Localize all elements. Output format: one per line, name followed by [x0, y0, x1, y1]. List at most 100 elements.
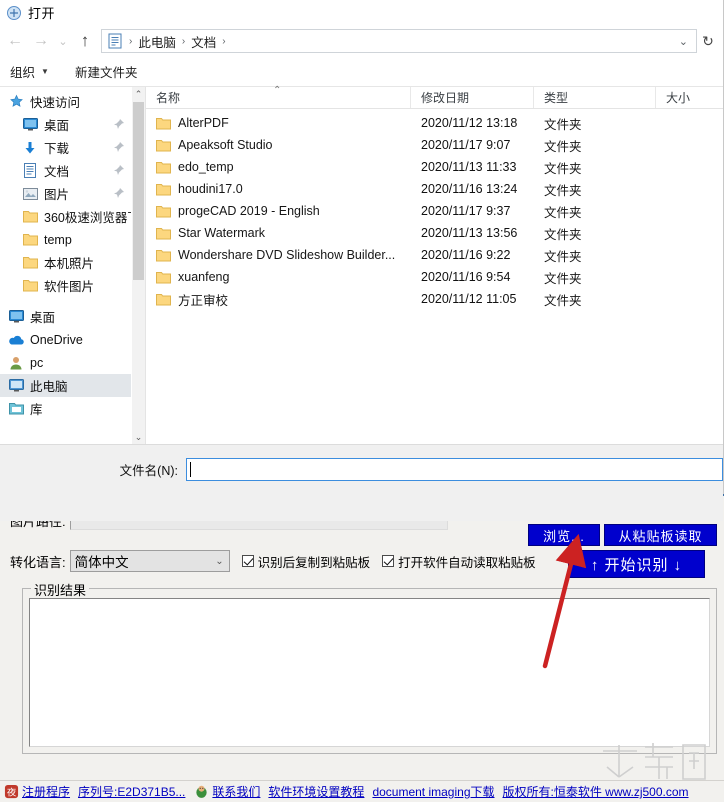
column-header-name[interactable]: 名称 ⌃ — [146, 85, 411, 108]
status-bar: 夜 注册程序 序列号:E2D371B5... 联系我们 软件环境设置教程 doc… — [0, 780, 724, 802]
copyright-link[interactable]: 版权所有:恒泰软件 www.zj500.com — [503, 783, 689, 800]
sidebar-item-local-photos[interactable]: 本机照片 — [0, 251, 131, 274]
folder-icon — [22, 278, 38, 294]
table-row[interactable]: AlterPDF 2020/11/12 13:18 文件夹 — [146, 112, 723, 134]
forward-button[interactable]: → — [28, 28, 54, 54]
table-row[interactable]: Apeaksoft Studio 2020/11/17 9:07 文件夹 — [146, 134, 723, 156]
library-icon — [8, 401, 24, 417]
desktop-icon — [22, 117, 38, 133]
checkbox-auto-read-clipboard[interactable]: 打开软件自动读取粘贴板 — [382, 552, 536, 571]
breadcrumb-documents[interactable]: 文档 — [188, 32, 219, 51]
navigation-bar: ← → ⌄ ↑ › 此电脑 › 文档 › ⌄ ↻ — [0, 25, 723, 57]
sidebar-item-downloads[interactable]: 下载 — [0, 136, 131, 159]
read-from-clipboard-button[interactable]: 从粘贴板读取 — [604, 524, 717, 546]
chevron-down-icon[interactable]: ⌄ — [673, 35, 694, 48]
sidebar-label: 桌面 — [30, 311, 56, 325]
pin-icon[interactable] — [113, 118, 125, 130]
pictures-icon — [22, 186, 38, 202]
table-row[interactable]: 方正审校 2020/11/12 11:05 文件夹 — [146, 288, 723, 310]
up-button[interactable]: ↑ — [72, 28, 98, 54]
sidebar-item-onedrive[interactable]: OneDrive — [0, 328, 131, 351]
file-list-pane: 名称 ⌃ 修改日期 类型 大小 AlterPDF 2020/11/12 13:1… — [145, 85, 723, 444]
user-icon — [8, 355, 24, 371]
column-header-size[interactable]: 大小 — [656, 87, 723, 108]
pin-icon[interactable] — [113, 187, 125, 199]
documents-icon — [22, 163, 38, 179]
new-folder-button[interactable]: 新建文件夹 — [75, 62, 138, 81]
scroll-up-icon[interactable]: ⌃ — [132, 87, 145, 101]
file-date-cell: 2020/11/13 13:56 — [421, 226, 518, 240]
sidebar-label: 桌面 — [44, 119, 70, 133]
checkbox-copy-to-clipboard[interactable]: 识别后复制到粘贴板 — [241, 552, 371, 571]
file-name-cell: edo_temp — [146, 160, 411, 174]
sidebar-label: temp — [44, 232, 72, 247]
pin-icon[interactable] — [113, 164, 125, 176]
refresh-button[interactable]: ↻ — [697, 28, 719, 54]
env-setup-tutorial-link[interactable]: 软件环境设置教程 — [268, 783, 364, 800]
file-date-cell: 2020/11/12 11:05 — [421, 292, 517, 306]
checkmark-icon — [382, 555, 395, 567]
scrollbar-thumb[interactable] — [133, 102, 144, 280]
sidebar-scrollbar[interactable]: ⌃ ⌄ — [131, 87, 145, 444]
sidebar-item-this-pc[interactable]: 此电脑 — [0, 374, 131, 397]
folder-icon — [22, 255, 38, 271]
table-row[interactable]: progeCAD 2019 - English 2020/11/17 9:37 … — [146, 200, 723, 222]
documents-icon — [106, 32, 124, 50]
scroll-down-icon[interactable]: ⌄ — [132, 430, 145, 444]
table-row[interactable]: xuanfeng 2020/11/16 9:54 文件夹 — [146, 266, 723, 288]
folder-icon — [156, 139, 171, 151]
file-name-cell: Apeaksoft Studio — [146, 138, 411, 152]
sidebar-item-pictures[interactable]: 图片 — [0, 182, 131, 205]
table-row[interactable]: Wondershare DVD Slideshow Builder... 202… — [146, 244, 723, 266]
sidebar-item-quick-access[interactable]: 快速访问 — [0, 90, 131, 113]
table-row[interactable]: edo_temp 2020/11/13 11:33 文件夹 — [146, 156, 723, 178]
qq-contact-icon[interactable] — [194, 784, 209, 799]
address-bar[interactable]: › 此电脑 › 文档 › ⌄ — [101, 29, 697, 53]
sidebar-item-360-browser[interactable]: 360极速浏览器下 — [0, 205, 131, 228]
folder-icon — [156, 293, 171, 305]
organize-menu[interactable]: 组织 ▼ — [10, 62, 49, 81]
sidebar-item-documents[interactable]: 文档 — [0, 159, 131, 182]
sidebar-item-pc-user[interactable]: pc — [0, 351, 131, 374]
breadcrumb-this-pc[interactable]: 此电脑 — [135, 32, 179, 51]
sidebar-label: 库 — [30, 403, 43, 417]
register-link[interactable]: 注册程序 — [22, 783, 70, 800]
file-type-cell: 文件夹 — [544, 293, 582, 308]
file-date-cell: 2020/11/16 9:22 — [421, 248, 511, 262]
document-imaging-download-link[interactable]: document imaging下载 — [372, 783, 494, 800]
breadcrumb-separator[interactable]: › — [219, 36, 228, 47]
result-textarea[interactable] — [29, 598, 710, 747]
browse-button[interactable]: 浏览... — [528, 524, 600, 546]
sidebar-item-desktop-root[interactable]: 桌面 — [0, 305, 131, 328]
language-select[interactable]: 简体中文 ⌄ — [69, 550, 230, 572]
command-bar: 组织 ▼ 新建文件夹 — [0, 57, 723, 87]
serial-number-text[interactable]: 序列号:E2D371B5... — [78, 783, 185, 800]
contact-us-link[interactable]: 联系我们 — [212, 783, 260, 800]
column-header-type[interactable]: 类型 — [534, 87, 656, 108]
file-name-label: 方正审校 — [178, 293, 229, 308]
this-pc-icon — [8, 378, 24, 394]
sidebar-item-temp[interactable]: temp — [0, 228, 131, 251]
filename-input[interactable] — [186, 458, 723, 481]
back-button[interactable]: ← — [2, 28, 28, 54]
pin-icon[interactable] — [113, 141, 125, 153]
table-row[interactable]: houdini17.0 2020/11/16 13:24 文件夹 — [146, 178, 723, 200]
table-row[interactable]: Star Watermark 2020/11/13 13:56 文件夹 — [146, 222, 723, 244]
checkbox-copy-to-clipboard-label: 识别后复制到粘贴板 — [257, 555, 371, 570]
start-recognize-button[interactable]: ↑ 开始识别 ↓ — [568, 550, 705, 578]
sidebar-label: pc — [30, 355, 44, 370]
column-header-date[interactable]: 修改日期 — [411, 87, 534, 108]
folder-icon — [22, 209, 38, 225]
sidebar-item-libraries[interactable]: 库 — [0, 397, 131, 420]
folder-icon — [156, 205, 171, 217]
sidebar-item-desktop[interactable]: 桌面 — [0, 113, 131, 136]
sidebar-item-software-pictures[interactable]: 软件图片 — [0, 274, 131, 297]
dialog-titlebar: 打开 — [0, 0, 723, 25]
file-date-cell: 2020/11/16 13:24 — [421, 182, 518, 196]
file-type-cell: 文件夹 — [544, 249, 582, 264]
file-list[interactable]: AlterPDF 2020/11/12 13:18 文件夹 Apeaksoft … — [146, 109, 723, 444]
file-name-cell: xuanfeng — [146, 270, 411, 284]
recent-locations-button[interactable]: ⌄ — [54, 28, 72, 54]
dialog-title: 打开 — [28, 6, 56, 21]
